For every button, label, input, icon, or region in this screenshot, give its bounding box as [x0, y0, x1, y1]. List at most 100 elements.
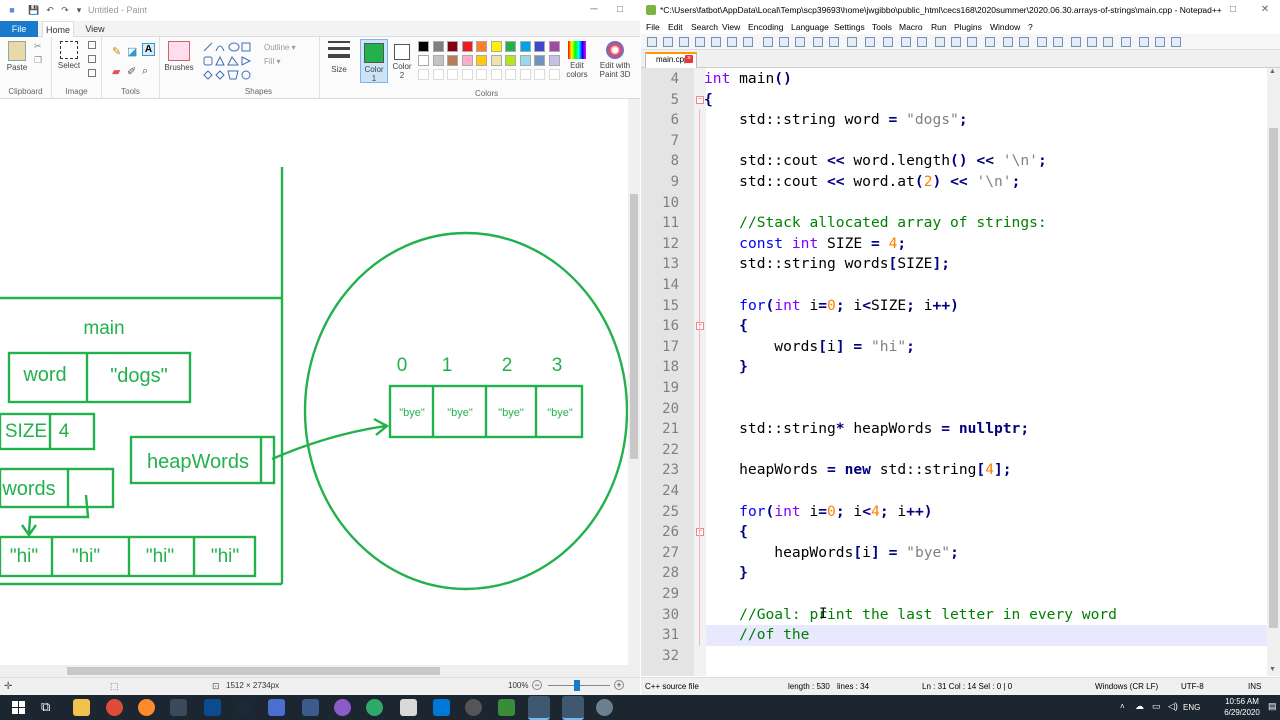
- undo-icon[interactable]: ↶: [44, 4, 56, 16]
- npp-minimize-button[interactable]: ─: [1193, 2, 1211, 18]
- npp-close-button[interactable]: ✕: [1256, 2, 1274, 18]
- steam-icon[interactable]: [236, 699, 253, 716]
- obs-icon[interactable]: [334, 699, 351, 716]
- edit-colors-button[interactable]: Edit colors: [564, 41, 590, 79]
- toolbar-button[interactable]: [1071, 37, 1081, 47]
- palette-swatch[interactable]: [534, 55, 545, 66]
- start-button-icon[interactable]: [12, 701, 25, 714]
- palette-swatch[interactable]: [461, 55, 473, 66]
- code-line[interactable]: std::string word = "dogs";: [704, 110, 967, 131]
- palette-swatch[interactable]: [461, 41, 473, 52]
- copy-icon[interactable]: ❐: [34, 55, 42, 66]
- code-line[interactable]: {: [704, 522, 748, 543]
- paint-horizontal-scrollbar[interactable]: [0, 665, 640, 677]
- palette-swatch[interactable]: [548, 41, 560, 52]
- palette-swatch[interactable]: [476, 41, 487, 52]
- color2-button[interactable]: Color 2: [390, 39, 414, 80]
- palette-swatch[interactable]: [534, 41, 545, 52]
- scroll-down-icon[interactable]: ▼: [1269, 666, 1276, 673]
- firefox-icon[interactable]: [138, 699, 155, 716]
- palette-swatch[interactable]: [432, 41, 444, 52]
- custom-color-slot[interactable]: [505, 69, 516, 80]
- brushes-button[interactable]: Brushes: [164, 41, 194, 72]
- select-button[interactable]: Select: [56, 41, 82, 70]
- toolbar-button[interactable]: [727, 37, 737, 47]
- remote-desktop-icon[interactable]: [302, 699, 319, 716]
- code-line[interactable]: const int SIZE = 4;: [704, 234, 906, 255]
- save-icon[interactable]: 💾: [28, 4, 40, 16]
- menu-plugins[interactable]: Plugins: [954, 21, 982, 34]
- toolbar-button[interactable]: [951, 37, 961, 47]
- toolbar-button[interactable]: [1003, 37, 1013, 47]
- menu-view[interactable]: View: [722, 21, 740, 34]
- cloud-icon[interactable]: ☁: [1135, 701, 1144, 712]
- code-editor[interactable]: 4 5 6 7 8 9 10 11 12 13 14 15 16 17 18 19 20 21 22 23 24 25 26…: [641, 68, 1267, 676]
- code-line[interactable]: for(int i=0; i<4; i++): [704, 502, 932, 523]
- custom-color-slot[interactable]: [534, 69, 545, 80]
- code-line[interactable]: for(int i=0; i<SIZE; i++): [704, 296, 959, 317]
- palette-swatch[interactable]: [505, 41, 516, 52]
- volume-icon[interactable]: ◁): [1168, 701, 1178, 712]
- minecraft-icon[interactable]: [498, 699, 515, 716]
- toolbar-button[interactable]: [985, 37, 995, 47]
- toolbar-button[interactable]: [795, 37, 805, 47]
- toolbar-button[interactable]: [663, 37, 673, 47]
- menu-macro[interactable]: Macro: [899, 21, 923, 34]
- clock-time[interactable]: 10:56 AM: [1222, 697, 1262, 706]
- palette-swatch[interactable]: [519, 55, 531, 66]
- paint-taskbar-icon[interactable]: [528, 696, 550, 720]
- palette-swatch[interactable]: [432, 55, 444, 66]
- menu-settings[interactable]: Settings: [834, 21, 865, 34]
- code-line[interactable]: //Stack allocated array of strings:: [704, 213, 1047, 234]
- edit-paint3d-button[interactable]: Edit with Paint 3D: [596, 41, 634, 79]
- paste-button[interactable]: Paste: [6, 41, 28, 72]
- zoom-out-button[interactable]: −: [532, 680, 542, 690]
- toolbar-button[interactable]: [1171, 37, 1181, 47]
- file-tab[interactable]: File: [0, 21, 38, 37]
- task-view-icon[interactable]: ⧉: [41, 699, 50, 715]
- paint-vertical-scrollbar[interactable]: [628, 99, 640, 665]
- code-line[interactable]: std::string words[SIZE];: [704, 254, 950, 275]
- fill-button[interactable]: Fill ▾: [264, 57, 280, 66]
- notification-icon[interactable]: ▤: [1268, 701, 1277, 712]
- toolbar-button[interactable]: [743, 37, 753, 47]
- network-icon[interactable]: ▭: [1152, 701, 1161, 712]
- palette-swatch[interactable]: [418, 41, 429, 52]
- code-line[interactable]: {: [704, 316, 748, 337]
- custom-color-slot[interactable]: [476, 69, 487, 80]
- spotify-icon[interactable]: [366, 699, 383, 716]
- palette-swatch[interactable]: [447, 55, 458, 66]
- palette-swatch[interactable]: [490, 41, 502, 52]
- code-line[interactable]: {: [704, 90, 713, 111]
- text-tool-icon[interactable]: A: [142, 43, 155, 56]
- palette-swatch[interactable]: [490, 55, 502, 66]
- toolbar-button[interactable]: [647, 37, 657, 47]
- chrome-icon[interactable]: [106, 699, 123, 716]
- menu-edit[interactable]: Edit: [668, 21, 683, 34]
- tray-overflow-icon[interactable]: ˄: [1120, 702, 1125, 711]
- magnifier-icon[interactable]: ⌕: [142, 65, 148, 78]
- toolbar-button[interactable]: [1139, 37, 1149, 47]
- code-line[interactable]: }: [704, 563, 748, 584]
- code-line[interactable]: //Goal: print the last letter in every w…: [704, 605, 1117, 626]
- menu-run[interactable]: Run: [931, 21, 947, 34]
- fold-toggle-icon[interactable]: −: [696, 528, 704, 537]
- npp-vscroll-thumb[interactable]: [1269, 128, 1278, 628]
- code-line[interactable]: std::string* heapWords = nullptr;: [704, 419, 1029, 440]
- teams-icon[interactable]: [268, 699, 285, 716]
- toolbar-button[interactable]: [1103, 37, 1113, 47]
- menu-help[interactable]: ?: [1028, 21, 1033, 34]
- toolbar-button[interactable]: [813, 37, 823, 47]
- customize-qa-icon[interactable]: ▾: [73, 4, 85, 16]
- custom-color-slot[interactable]: [418, 69, 429, 80]
- toolbar-button[interactable]: [711, 37, 721, 47]
- palette-swatch[interactable]: [476, 55, 487, 66]
- custom-color-slot[interactable]: [519, 69, 531, 80]
- toolbar-button[interactable]: [935, 37, 945, 47]
- toolbar-button[interactable]: [1121, 37, 1131, 47]
- fill-bucket-icon[interactable]: ◪: [127, 45, 137, 58]
- toolbar-button[interactable]: [779, 37, 789, 47]
- menu-encoding[interactable]: Encoding: [748, 21, 783, 34]
- tab-home[interactable]: Home: [42, 21, 74, 37]
- toolbar-button[interactable]: [847, 37, 857, 47]
